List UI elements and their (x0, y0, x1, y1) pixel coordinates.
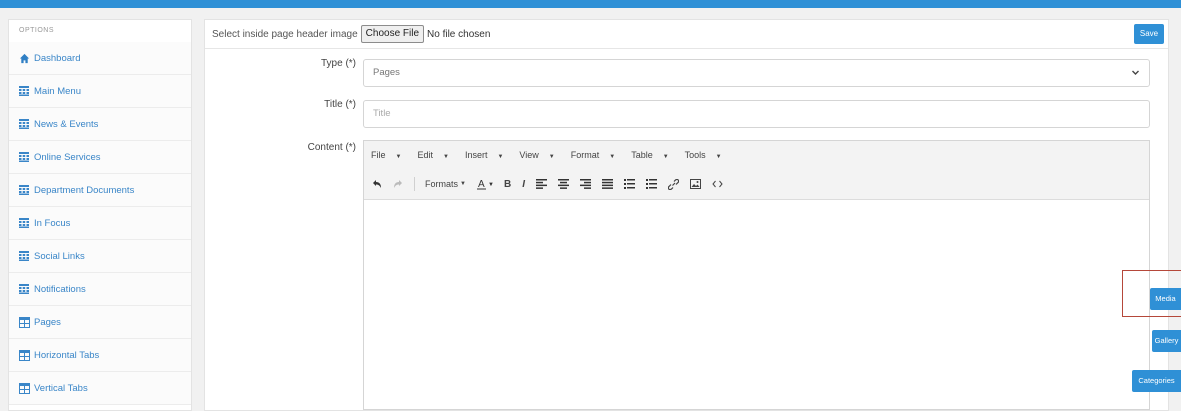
grid-icon (18, 118, 30, 130)
sidebar-item-label: Department Documents (34, 184, 135, 196)
sidebar-item-vertical-tabs[interactable]: Vertical Tabs (9, 372, 191, 405)
sidebar-item-label: In Focus (34, 217, 71, 229)
title-label: Title (*) (324, 99, 356, 110)
image-icon[interactable] (689, 179, 701, 189)
sidebar-item-news-events[interactable]: News & Events (9, 108, 191, 141)
title-input[interactable]: Title (363, 100, 1150, 128)
formats-dropdown[interactable]: Formats ▼ (425, 179, 466, 189)
sidebar-item-label: Pages (34, 316, 61, 328)
align-justify-icon[interactable] (601, 179, 613, 189)
sidebar-item-in-focus[interactable]: In Focus (9, 207, 191, 240)
undo-icon[interactable] (372, 179, 382, 189)
menu-tools[interactable]: Tools ▼ (685, 150, 730, 160)
grid-icon (18, 184, 30, 196)
grid-icon (18, 217, 30, 229)
categories-button[interactable]: Categories (1132, 370, 1181, 392)
type-select-value: Pages (373, 67, 400, 78)
sidebar-item-label: News & Events (34, 118, 99, 130)
content-label: Content (*) (307, 142, 356, 153)
home-icon (18, 52, 30, 64)
numbered-list-icon[interactable] (645, 179, 657, 189)
grid-icon (18, 85, 30, 97)
header-image-label: Select inside page header image (212, 28, 358, 40)
sidebar: OPTIONS Dashboard Main Menu News & Event… (8, 19, 192, 411)
grid-icon (18, 151, 30, 163)
sidebar-header: OPTIONS (19, 27, 55, 34)
align-center-icon[interactable] (557, 179, 569, 189)
table-icon (18, 382, 30, 394)
code-icon[interactable] (712, 179, 723, 189)
gallery-button[interactable]: Gallery (1152, 330, 1181, 352)
editor-menubar: File ▼ Edit ▼ Insert ▼ View ▼ Format ▼ Table ▼… (364, 141, 1149, 169)
sidebar-item-label: Main Menu (34, 85, 81, 97)
title-placeholder: Title (373, 108, 391, 119)
toolbar-divider (414, 177, 415, 191)
table-icon (18, 316, 30, 328)
sidebar-item-label: Vertical Tabs (34, 382, 88, 394)
sidebar-item-notifications[interactable]: Notifications (9, 273, 191, 306)
choose-file-button[interactable]: Choose File (360, 25, 425, 43)
sidebar-item-social-links[interactable]: Social Links (9, 240, 191, 273)
menu-insert[interactable]: Insert ▼ (465, 150, 511, 160)
grid-icon (18, 250, 30, 262)
file-status-text: No file chosen (427, 28, 491, 40)
bold-icon[interactable]: B (504, 179, 511, 190)
sidebar-item-online-services[interactable]: Online Services (9, 141, 191, 174)
svg-text:A: A (478, 179, 485, 190)
menu-edit[interactable]: Edit ▼ (417, 150, 456, 160)
text-color-icon[interactable]: A ▼ (476, 178, 493, 190)
editor-toolbar: Formats ▼ A ▼ B I (364, 169, 1149, 200)
menu-format[interactable]: Format ▼ (571, 150, 623, 160)
sidebar-item-label: Horizontal Tabs (34, 349, 100, 361)
sidebar-item-label: Dashboard (34, 52, 81, 64)
grid-icon (18, 283, 30, 295)
italic-icon[interactable]: I (522, 179, 525, 190)
type-select[interactable]: Pages (363, 59, 1150, 87)
chevron-down-icon (1131, 60, 1140, 96)
link-icon[interactable] (667, 178, 679, 190)
panel-header: Select inside page header image Choose F… (205, 20, 1168, 49)
sidebar-item-label: Notifications (34, 283, 86, 295)
svg-text:▼: ▼ (488, 182, 493, 188)
sidebar-item-label: Social Links (34, 250, 85, 262)
sidebar-item-main-menu[interactable]: Main Menu (9, 75, 191, 108)
rich-text-editor: File ▼ Edit ▼ Insert ▼ View ▼ Format ▼ Table ▼… (363, 140, 1150, 410)
sidebar-item-label: Online Services (34, 151, 101, 163)
sidebar-item-department-documents[interactable]: Department Documents (9, 174, 191, 207)
media-button[interactable]: Media (1150, 288, 1181, 310)
sidebar-item-dashboard[interactable]: Dashboard (9, 42, 191, 75)
menu-view[interactable]: View ▼ (519, 150, 562, 160)
menu-table[interactable]: Table ▼ (631, 150, 676, 160)
redo-icon[interactable] (393, 179, 403, 189)
align-right-icon[interactable] (579, 179, 591, 189)
table-icon (18, 349, 30, 361)
align-left-icon[interactable] (535, 179, 547, 189)
type-label: Type (*) (320, 58, 356, 69)
menu-file[interactable]: File ▼ (371, 150, 409, 160)
bullet-list-icon[interactable] (623, 179, 635, 189)
sidebar-item-pages[interactable]: Pages (9, 306, 191, 339)
top-accent-bar (0, 0, 1181, 8)
save-button[interactable]: Save (1134, 24, 1164, 44)
sidebar-item-horizontal-tabs[interactable]: Horizontal Tabs (9, 339, 191, 372)
